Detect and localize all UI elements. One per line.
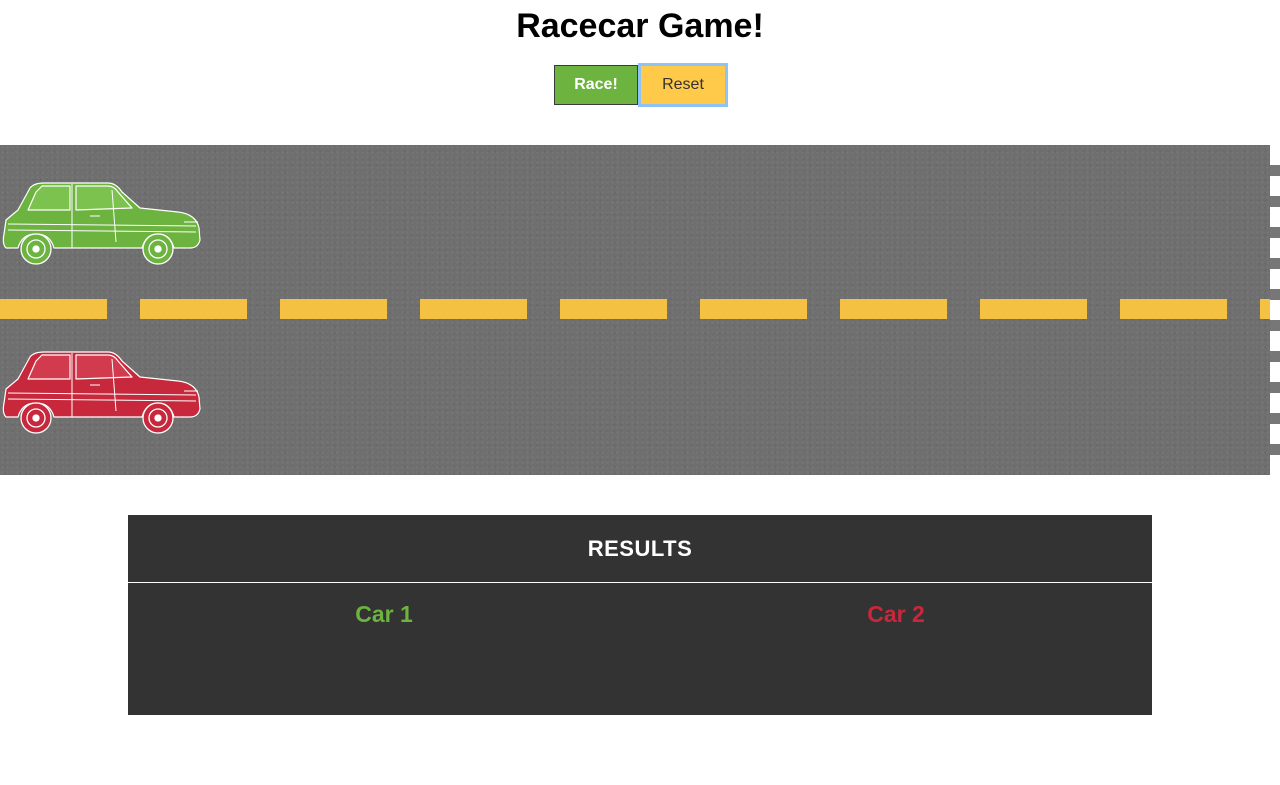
controls: Race! Reset <box>0 63 1280 107</box>
results-heading: RESULTS <box>128 515 1152 583</box>
lane-divider <box>0 299 1270 319</box>
race-button[interactable]: Race! <box>554 65 638 105</box>
finish-line <box>1270 145 1280 475</box>
car-1-result-label: Car 1 <box>355 601 413 627</box>
results-panel: RESULTS Car 1 Car 2 <box>128 515 1152 715</box>
reset-button[interactable]: Reset <box>638 63 728 107</box>
racecar-game-page: Racecar Game! Race! Reset RESULTS Car 1 … <box>0 0 1280 785</box>
red-car-icon <box>2 351 201 434</box>
car-2-result-label: Car 2 <box>867 601 925 627</box>
green-car-icon <box>2 182 201 265</box>
results-body: Car 1 Car 2 <box>128 583 1152 628</box>
page-title: Racecar Game! <box>516 7 764 45</box>
